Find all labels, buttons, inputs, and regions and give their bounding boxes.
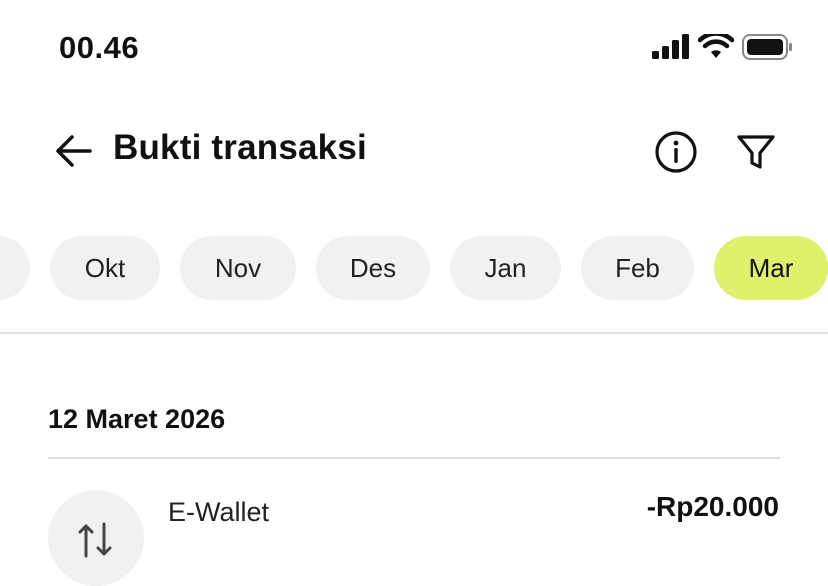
date-divider bbox=[48, 457, 780, 459]
section-divider bbox=[0, 332, 828, 334]
info-icon bbox=[655, 131, 697, 173]
month-selector: Okt Nov Des Jan Feb Mar bbox=[0, 236, 828, 300]
month-chip-okt[interactable]: Okt bbox=[50, 236, 160, 300]
transfer-icon bbox=[78, 522, 112, 558]
wifi-icon bbox=[698, 34, 734, 58]
signal-icon bbox=[652, 34, 689, 59]
month-chip-feb[interactable]: Feb bbox=[581, 236, 694, 300]
info-button[interactable] bbox=[654, 130, 698, 174]
arrow-left-icon bbox=[56, 135, 92, 167]
battery-icon bbox=[742, 34, 792, 60]
month-chip-mar[interactable]: Mar bbox=[714, 236, 828, 300]
status-time: 00.46 bbox=[59, 30, 140, 65]
transaction-amount: -Rp20.000 bbox=[646, 491, 779, 522]
month-chip-sep[interactable] bbox=[0, 236, 30, 300]
month-chip-nov[interactable]: Nov bbox=[180, 236, 296, 300]
date-header: 12 Maret 2026 bbox=[48, 404, 226, 434]
filter-icon bbox=[737, 135, 775, 169]
transaction-icon-circle bbox=[48, 490, 144, 586]
transaction-name: E-Wallet bbox=[168, 497, 270, 527]
filter-button[interactable] bbox=[735, 131, 777, 173]
back-button[interactable] bbox=[52, 130, 94, 172]
month-chip-jan[interactable]: Jan bbox=[450, 236, 561, 300]
month-chip-des[interactable]: Des bbox=[316, 236, 430, 300]
page-title: Bukti transaksi bbox=[113, 128, 367, 167]
